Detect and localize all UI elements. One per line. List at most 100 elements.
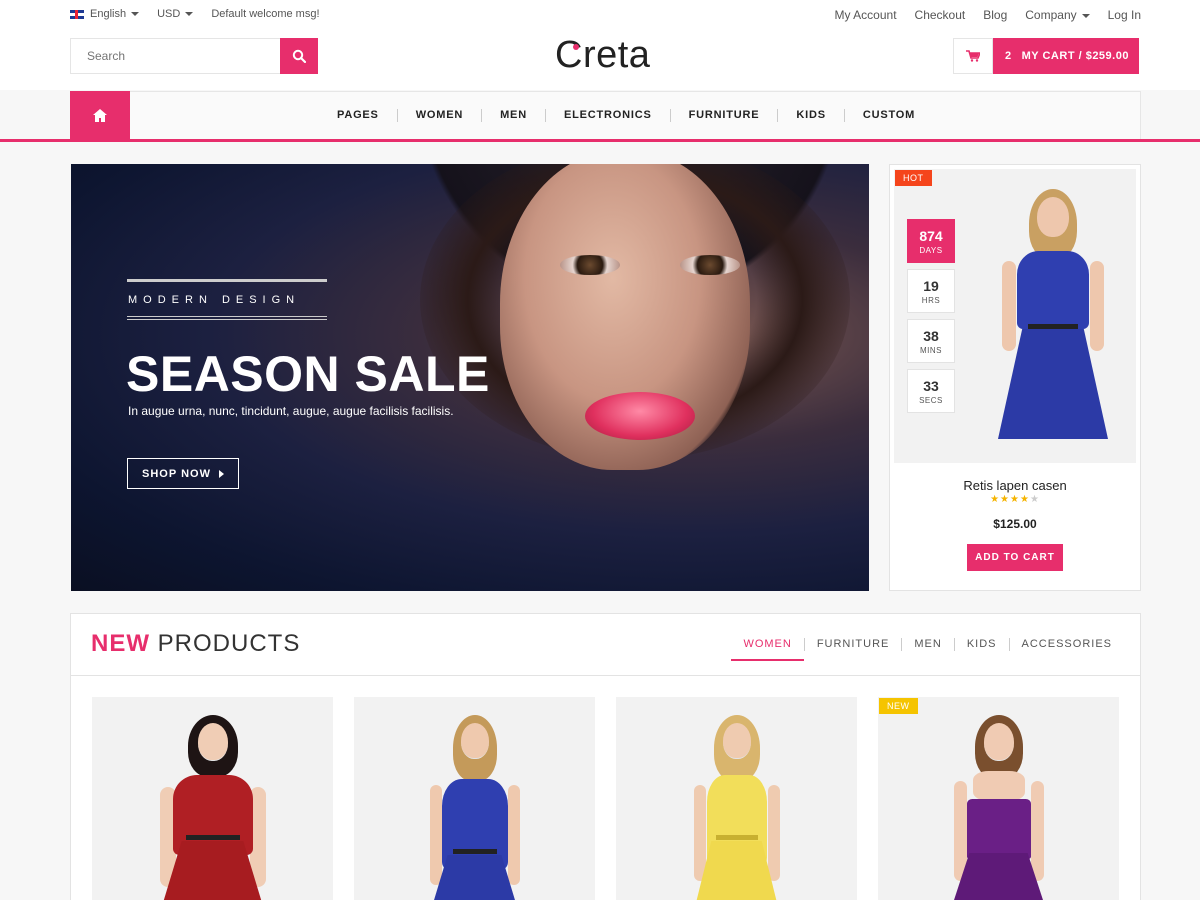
deal-product-image[interactable] (894, 169, 1136, 463)
logo-dot (573, 44, 579, 50)
nav-item-furniture[interactable]: FURNITURE (669, 109, 778, 122)
nav-item-kids[interactable]: KIDS (777, 109, 843, 122)
dress-figure-purple (924, 715, 1074, 900)
new-products-section: NEW PRODUCTS WOMEN FURNITURE MEN KIDS AC… (70, 613, 1141, 900)
countdown-hours-unit: HRS (921, 296, 941, 305)
cart-icon-box (953, 38, 993, 74)
company-label: Company (1025, 8, 1077, 22)
cart-count: 2 (1005, 50, 1012, 62)
nav-accent-line (0, 139, 1200, 142)
main-nav: PAGES WOMEN MEN ELECTRONICS FURNITURE KI… (70, 91, 1141, 140)
top-bar-left: English USD Default welcome msg! (70, 8, 320, 20)
deal-rating: ★★★★★ (890, 494, 1140, 505)
blog-link[interactable]: Blog (983, 8, 1007, 22)
checkout-link[interactable]: Checkout (915, 8, 966, 22)
company-dropdown[interactable]: Company (1025, 8, 1089, 22)
figure-head (460, 723, 489, 759)
product-card[interactable] (354, 697, 595, 900)
figure-arm-right (767, 785, 780, 881)
nav-item-men[interactable]: MEN (481, 109, 545, 122)
hero-subtitle: MODERN DESIGN (128, 294, 301, 306)
nav-item-women[interactable]: WOMEN (396, 109, 481, 122)
figure-arm-right (1090, 261, 1104, 351)
top-bar-links: My Account Checkout Blog Company Log In (835, 8, 1142, 22)
countdown-hours: 19 HRS (907, 269, 955, 313)
countdown-minutes: 38 MINS (907, 319, 955, 363)
hero-eye-right (680, 255, 740, 275)
caret-right-icon (218, 469, 224, 478)
search-input[interactable] (71, 39, 280, 73)
home-button[interactable] (70, 91, 130, 140)
deal-product-name[interactable]: Retis lapen casen (890, 478, 1140, 493)
hero-lips-shape (585, 392, 695, 440)
tab-accessories[interactable]: ACCESSORIES (1008, 638, 1124, 651)
home-icon (93, 109, 107, 122)
dress-figure-yellow (662, 715, 812, 900)
logo[interactable]: Creta (555, 34, 650, 77)
login-link[interactable]: Log In (1108, 8, 1141, 22)
figure-arm-left (429, 785, 442, 885)
nav-item-electronics[interactable]: ELECTRONICS (544, 109, 670, 122)
countdown-seconds: 33 SECS (907, 369, 955, 413)
figure-arm-right (507, 785, 520, 885)
category-tabs: WOMEN FURNITURE MEN KIDS ACCESSORIES (731, 638, 1124, 661)
countdown-minutes-value: 38 (923, 328, 939, 344)
figure-torso (966, 799, 1031, 859)
tab-kids[interactable]: KIDS (953, 638, 1009, 651)
figure-belt (715, 835, 758, 840)
figure-torso (1017, 251, 1089, 329)
star-icon: ★ (1000, 494, 1011, 505)
cart-button[interactable]: 2 MY CART / $259.00 (953, 38, 1139, 74)
welcome-message: Default welcome msg! (211, 8, 320, 20)
figure-belt (185, 835, 240, 840)
figure-head (983, 723, 1014, 761)
figure-arm-left (693, 785, 706, 881)
hero-banner[interactable]: MODERN DESIGN SEASON SALE In augue urna,… (71, 164, 869, 591)
figure-shoulders (972, 771, 1025, 801)
nav-item-custom[interactable]: CUSTOM (843, 109, 933, 122)
nav-menu: PAGES WOMEN MEN ELECTRONICS FURNITURE KI… (319, 109, 933, 122)
shop-now-button[interactable]: SHOP NOW (127, 458, 239, 489)
countdown-seconds-value: 33 (923, 378, 939, 394)
currency-selector[interactable]: USD (157, 8, 193, 20)
countdown-days: 874 DAYS (907, 219, 955, 263)
product-card[interactable] (92, 697, 333, 900)
hero-eye-left (560, 255, 620, 275)
dress-figure-blue (400, 715, 550, 900)
section-title-highlight: NEW (91, 630, 150, 657)
product-card[interactable]: NEW (878, 697, 1119, 900)
figure-head (722, 723, 751, 759)
star-icon: ★ (1010, 494, 1020, 505)
tab-furniture[interactable]: FURNITURE (803, 638, 902, 651)
section-title-rest: PRODUCTS (157, 630, 301, 657)
tab-men[interactable]: MEN (901, 638, 953, 651)
star-icon: ★ (1029, 494, 1040, 505)
new-products-header: NEW PRODUCTS WOMEN FURNITURE MEN KIDS AC… (71, 614, 1140, 676)
hot-badge: HOT (895, 170, 932, 186)
hero-title: SEASON SALE (126, 346, 490, 402)
search-button[interactable] (280, 38, 318, 74)
my-account-link[interactable]: My Account (835, 8, 897, 22)
countdown-seconds-unit: SECS (919, 396, 943, 405)
tab-women[interactable]: WOMEN (731, 638, 805, 661)
nav-item-pages[interactable]: PAGES (319, 109, 397, 122)
new-badge: NEW (879, 698, 918, 714)
currency-label: USD (157, 8, 181, 20)
product-card[interactable] (616, 697, 857, 900)
figure-head (197, 723, 228, 761)
section-title: NEW PRODUCTS (91, 630, 300, 658)
countdown-minutes-unit: MINS (920, 346, 942, 355)
figure-arm-left (1002, 261, 1016, 351)
star-icon: ★ (1019, 494, 1030, 505)
hero-divider-top (127, 279, 327, 282)
figure-belt (1028, 324, 1078, 329)
countdown-days-value: 874 (919, 228, 943, 244)
cart-icon (966, 50, 980, 62)
shop-now-label: SHOP NOW (142, 467, 211, 480)
language-selector[interactable]: English (70, 8, 139, 20)
add-to-cart-button[interactable]: ADD TO CART (967, 544, 1063, 571)
figure-arm-left (953, 781, 967, 881)
top-bar: English USD Default welcome msg! My Acco… (0, 0, 1200, 30)
countdown-hours-value: 19 (923, 278, 939, 294)
header: Creta 2 MY CART / $259.00 (0, 30, 1200, 90)
